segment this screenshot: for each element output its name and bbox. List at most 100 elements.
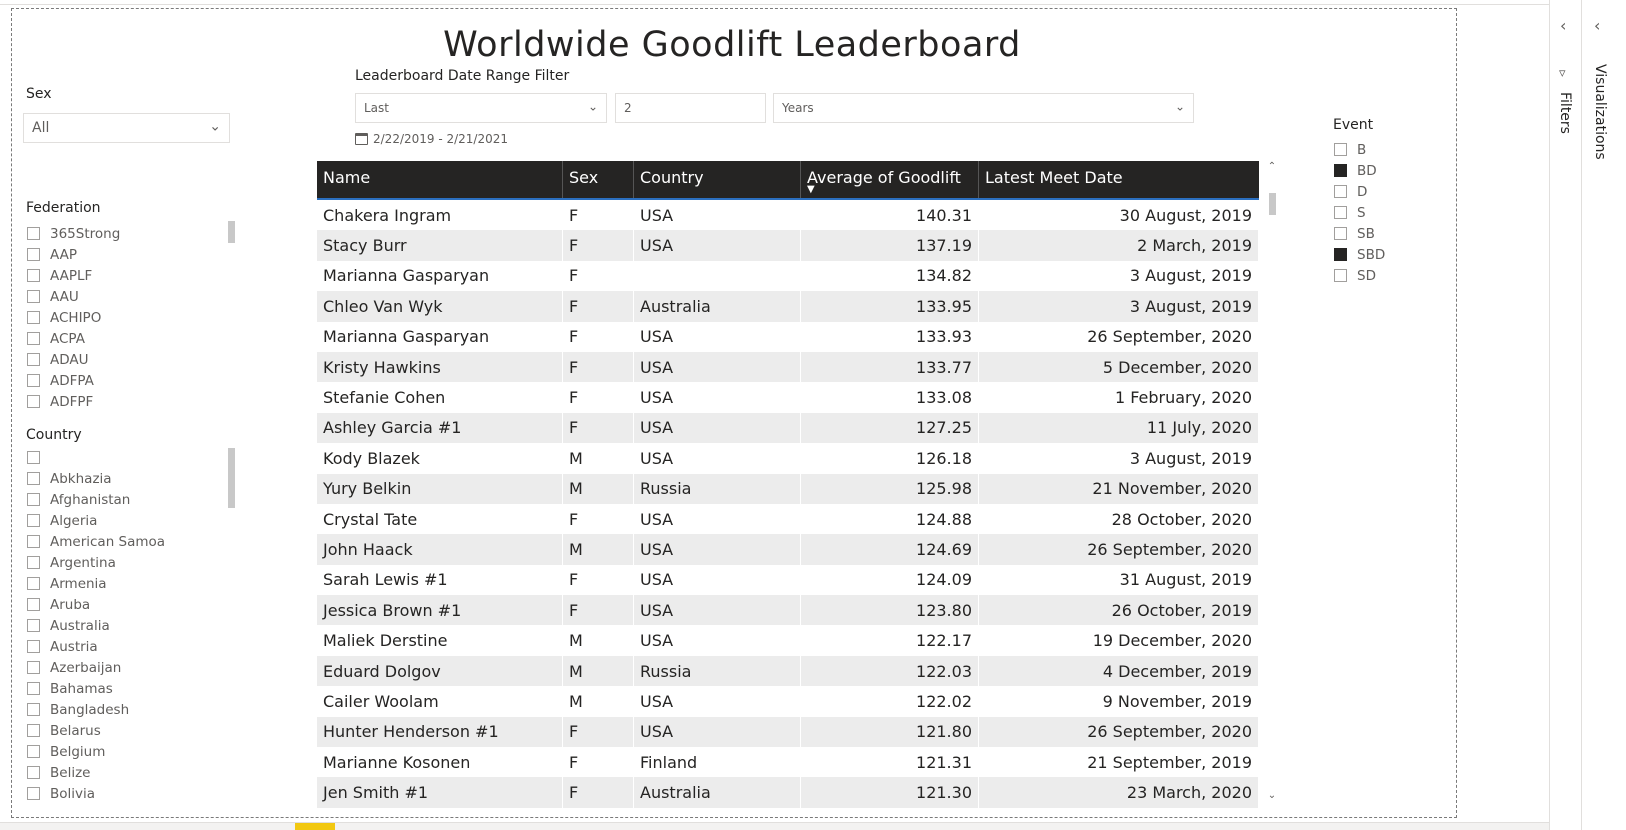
checkbox[interactable] xyxy=(27,227,40,240)
table-row[interactable]: Stacy Burr F USA 137.19 2 March, 2019 xyxy=(317,230,1259,261)
event-item[interactable]: SD xyxy=(1334,265,1414,286)
checkbox[interactable] xyxy=(27,766,40,779)
federation-item[interactable]: 365Strong xyxy=(27,223,217,244)
table-row[interactable]: Stefanie Cohen F USA 133.08 1 February, 2020 xyxy=(317,382,1259,413)
country-item[interactable]: American Samoa xyxy=(27,531,217,552)
sex-dropdown[interactable]: All ⌄ xyxy=(23,113,230,143)
table-row[interactable]: Jen Smith #1 F Australia 121.30 23 March, 20… xyxy=(317,777,1259,808)
checkbox[interactable] xyxy=(27,682,40,695)
header-country[interactable]: Country xyxy=(634,161,801,198)
country-item[interactable]: Algeria xyxy=(27,510,217,531)
checkbox[interactable] xyxy=(27,332,40,345)
visualizations-pane[interactable]: ‹ Visualizations xyxy=(1581,0,1626,830)
checkbox[interactable] xyxy=(27,353,40,366)
table-row[interactable]: Kody Blazek M USA 126.18 3 August, 2019 xyxy=(317,443,1259,474)
checkbox[interactable] xyxy=(27,661,40,674)
event-item[interactable]: B xyxy=(1334,139,1414,160)
country-item[interactable]: Abkhazia xyxy=(27,468,217,489)
checkbox[interactable] xyxy=(27,556,40,569)
checkbox[interactable] xyxy=(27,451,40,464)
table-row[interactable]: Chleo Van Wyk F Australia 133.95 3 August, 2… xyxy=(317,291,1259,322)
event-item[interactable]: S xyxy=(1334,202,1414,223)
checkbox[interactable] xyxy=(27,724,40,737)
checkbox[interactable] xyxy=(27,745,40,758)
country-item[interactable]: Armenia xyxy=(27,573,217,594)
checkbox[interactable] xyxy=(27,787,40,800)
checkbox[interactable] xyxy=(27,311,40,324)
table-row[interactable]: Sarah Lewis #1 F USA 124.09 31 August, 2019 xyxy=(317,564,1259,596)
table-row[interactable]: Kristy Hawkins F USA 133.77 5 December, 2020 xyxy=(317,351,1259,383)
federation-item[interactable]: ADFPA xyxy=(27,370,217,391)
table-row[interactable]: Yury Belkin M Russia 125.98 21 November, 202… xyxy=(317,473,1259,504)
date-mode-dropdown[interactable]: Last ⌄ xyxy=(355,93,607,123)
checkbox[interactable] xyxy=(1334,227,1347,240)
checkbox[interactable] xyxy=(27,514,40,527)
table-row[interactable]: Marianna Gasparyan F USA 133.93 26 September… xyxy=(317,321,1259,352)
country-item[interactable]: Aruba xyxy=(27,594,217,615)
checkbox[interactable] xyxy=(1334,269,1347,282)
checkbox[interactable] xyxy=(1334,206,1347,219)
table-row[interactable]: Jessica Brown #1 F USA 123.80 26 October, 20… xyxy=(317,595,1259,626)
table-row[interactable]: Hunter Henderson #1 F USA 121.80 26 Septembe… xyxy=(317,716,1259,748)
checkbox[interactable] xyxy=(27,472,40,485)
date-unit-dropdown[interactable]: Years ⌄ xyxy=(773,93,1194,123)
federation-item[interactable]: ADAU xyxy=(27,349,217,370)
checkbox[interactable] xyxy=(27,640,40,653)
country-item[interactable]: Bahamas xyxy=(27,678,217,699)
checkbox[interactable] xyxy=(27,535,40,548)
checkbox[interactable] xyxy=(27,577,40,590)
checkbox[interactable] xyxy=(27,493,40,506)
country-item[interactable] xyxy=(27,447,217,468)
checkbox[interactable] xyxy=(1334,164,1347,177)
table-row[interactable]: Eduard Dolgov M Russia 122.03 4 December, 20… xyxy=(317,655,1259,687)
country-item[interactable]: Austria xyxy=(27,636,217,657)
table-row[interactable]: Marianne Kosonen F Finland 121.31 21 Septemb… xyxy=(317,747,1259,778)
checkbox[interactable] xyxy=(27,703,40,716)
date-amount-input[interactable]: 2 xyxy=(615,93,766,123)
federation-item[interactable]: ACHIPO xyxy=(27,307,217,328)
checkbox[interactable] xyxy=(27,395,40,408)
federation-item[interactable]: AAU xyxy=(27,286,217,307)
country-item[interactable]: Bangladesh xyxy=(27,699,217,720)
collapse-chevron-icon[interactable]: ‹ xyxy=(1594,16,1600,35)
country-item[interactable]: Azerbaijan xyxy=(27,657,217,678)
checkbox[interactable] xyxy=(27,290,40,303)
table-scroll-thumb[interactable] xyxy=(1269,193,1276,215)
country-item[interactable]: Belarus xyxy=(27,720,217,741)
country-item[interactable]: Afghanistan xyxy=(27,489,217,510)
collapse-chevron-icon[interactable]: ‹ xyxy=(1560,16,1566,35)
country-item[interactable]: Belgium xyxy=(27,741,217,762)
checkbox[interactable] xyxy=(1334,143,1347,156)
scroll-up-icon[interactable]: ⌃ xyxy=(1265,161,1279,172)
country-scrollbar[interactable] xyxy=(228,448,235,508)
checkbox[interactable] xyxy=(27,374,40,387)
event-item[interactable]: BD xyxy=(1334,160,1414,181)
event-item[interactable]: D xyxy=(1334,181,1414,202)
checkbox[interactable] xyxy=(27,619,40,632)
checkbox[interactable] xyxy=(27,269,40,282)
table-row[interactable]: Ashley Garcia #1 F USA 127.25 11 July, 2020 xyxy=(317,412,1259,444)
country-item[interactable]: Bolivia xyxy=(27,783,217,804)
federation-scrollbar[interactable] xyxy=(228,221,235,243)
federation-item[interactable]: ACPA xyxy=(27,328,217,349)
checkbox[interactable] xyxy=(27,248,40,261)
scroll-down-icon[interactable]: ⌄ xyxy=(1265,790,1279,801)
event-item[interactable]: SB xyxy=(1334,223,1414,244)
header-latest-meet-date[interactable]: Latest Meet Date xyxy=(979,161,1259,198)
table-scrollbar[interactable]: ⌃ ⌄ xyxy=(1265,161,1279,801)
active-page-tab[interactable] xyxy=(295,823,335,830)
federation-item[interactable]: AAP xyxy=(27,244,217,265)
table-row[interactable]: Chakera Ingram F USA 140.31 30 August, 2019 xyxy=(317,200,1259,231)
header-sex[interactable]: Sex xyxy=(563,161,634,198)
country-item[interactable]: Belize xyxy=(27,762,217,783)
country-item[interactable]: Australia xyxy=(27,615,217,636)
federation-item[interactable]: AAPLF xyxy=(27,265,217,286)
filters-pane[interactable]: ‹ ▿ Filters xyxy=(1549,0,1581,830)
table-row[interactable]: Marianna Gasparyan F 134.82 3 August, 2019 xyxy=(317,260,1259,292)
table-row[interactable]: Cailer Woolam M USA 122.02 9 November, 2019 xyxy=(317,686,1259,717)
table-row[interactable]: Maliek Derstine M USA 122.17 19 December, 20… xyxy=(317,625,1259,656)
header-name[interactable]: Name xyxy=(317,161,563,198)
header-average-goodlift[interactable]: Average of Goodlift ▼ xyxy=(801,161,979,198)
checkbox[interactable] xyxy=(27,598,40,611)
federation-item[interactable]: ADFPF xyxy=(27,391,217,412)
